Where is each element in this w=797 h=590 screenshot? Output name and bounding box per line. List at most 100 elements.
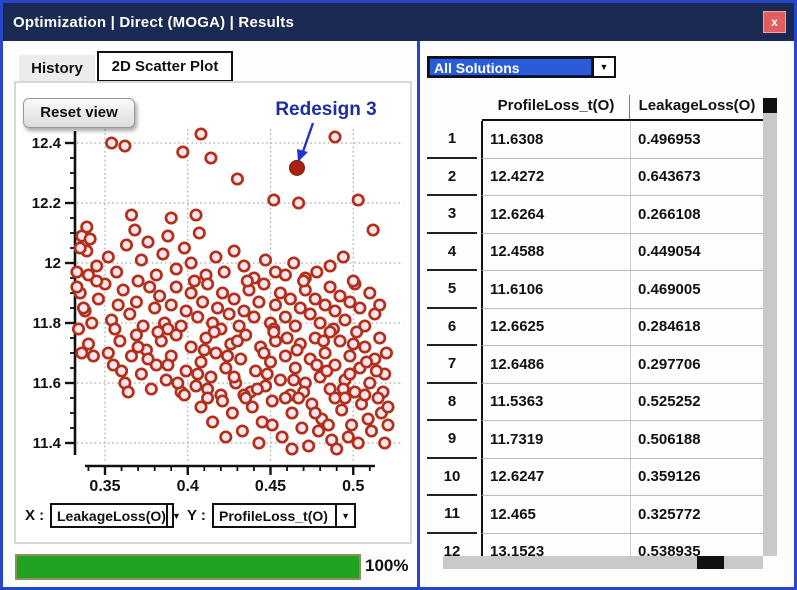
scatter-point: [242, 276, 252, 286]
table-row[interactable]: 1112.4650.325772: [423, 496, 777, 534]
scatter-point: [267, 396, 277, 406]
scatter-point: [297, 423, 307, 433]
row-number: 12: [427, 534, 477, 557]
scatter-point: [295, 303, 305, 313]
horizontal-scrollbar-thumb[interactable]: [697, 556, 724, 569]
scatter-point: [241, 393, 251, 403]
chevron-down-icon[interactable]: ▼: [166, 505, 185, 526]
table-row[interactable]: 412.45880.449054: [423, 234, 777, 272]
scatter-point: [123, 387, 133, 397]
panel-divider: [417, 41, 420, 590]
scatter-point: [73, 324, 83, 334]
row-number: 9: [427, 421, 477, 459]
column-header-leakageloss[interactable]: LeakageLoss(O): [631, 95, 763, 120]
solutions-filter-dropdown[interactable]: All Solutions ▼: [427, 56, 616, 78]
scatter-point: [320, 300, 330, 310]
table-row[interactable]: 212.42720.643673: [423, 159, 777, 197]
scatter-point: [353, 438, 363, 448]
table-row[interactable]: 511.61060.469005: [423, 271, 777, 309]
row-number: 3: [427, 196, 477, 234]
tab-history[interactable]: History: [19, 55, 95, 82]
table-row[interactable]: 111.63080.496953: [423, 121, 777, 159]
scatter-point: [289, 375, 299, 385]
scatter-point: [186, 258, 196, 268]
scatter-point: [310, 294, 320, 304]
table-row[interactable]: 712.64860.297706: [423, 346, 777, 384]
vertical-scrollbar[interactable]: [763, 98, 777, 556]
scatter-point: [254, 438, 264, 448]
reset-view-button[interactable]: Reset view: [23, 98, 135, 128]
chevron-down-icon[interactable]: ▼: [592, 58, 614, 76]
scatter-point: [136, 255, 146, 265]
scatter-point: [193, 312, 203, 322]
y-variable-value: ProfileLoss_t(O): [219, 508, 328, 524]
scatter-point: [153, 327, 163, 337]
scatter-point: [289, 258, 299, 268]
axis-variable-selectors: X : LeakageLoss(O) ▼ Y : ProfileLoss_t(O…: [3, 503, 413, 529]
scatter-point: [166, 213, 176, 223]
row-number: 4: [427, 234, 477, 272]
scatter-point: [325, 261, 335, 271]
column-header-profileloss[interactable]: ProfileLoss_t(O): [483, 95, 629, 120]
y-variable-select[interactable]: ProfileLoss_t(O) ▼: [212, 503, 356, 528]
scatter-point: [348, 276, 358, 286]
scatter-point: [275, 375, 285, 385]
scatter-point: [206, 153, 216, 163]
progress-percent-label: 100%: [365, 556, 408, 576]
scatter-point: [146, 384, 156, 394]
scatter-point: [111, 267, 121, 277]
scatter-point: [118, 285, 128, 295]
scatter-point: [282, 333, 292, 343]
table-row[interactable]: 811.53630.525252: [423, 384, 777, 422]
scatter-point: [211, 252, 221, 262]
scatter-point: [199, 345, 209, 355]
vertical-scrollbar-thumb[interactable]: [763, 98, 777, 113]
scatter-point: [237, 426, 247, 436]
scatter-point: [252, 384, 262, 394]
scatter-point: [267, 420, 277, 430]
profileloss-value: 12.6625: [483, 309, 631, 346]
svg-text:11.6: 11.6: [33, 375, 61, 392]
x-variable-select[interactable]: LeakageLoss(O) ▼: [50, 503, 174, 528]
scatter-point: [348, 339, 358, 349]
scatter-point: [113, 300, 123, 310]
tab-2d-scatter-plot[interactable]: 2D Scatter Plot: [97, 51, 233, 82]
scatter-point: [269, 327, 279, 337]
scatter-point: [303, 441, 313, 451]
table-row[interactable]: 911.73190.506188: [423, 421, 777, 459]
profileloss-value: 12.6247: [483, 459, 631, 496]
scatter-point: [318, 336, 328, 346]
scatter-point: [323, 420, 333, 430]
scatter-point: [103, 252, 113, 262]
profileloss-value: 12.4588: [483, 234, 631, 271]
scatter-point: [181, 306, 191, 316]
table-row[interactable]: 1012.62470.359126: [423, 459, 777, 497]
scatter-point: [280, 351, 290, 361]
close-icon[interactable]: x: [763, 11, 786, 33]
scatter-point: [375, 300, 385, 310]
svg-text:0.35: 0.35: [89, 478, 120, 495]
scatter-point: [106, 138, 116, 148]
scatter-point: [383, 402, 393, 412]
table-row[interactable]: 312.62640.266108: [423, 196, 777, 234]
table-row[interactable]: 612.66250.284618: [423, 309, 777, 347]
scatter-point: [221, 363, 231, 373]
scatter-point: [262, 369, 272, 379]
history-scatter-plot[interactable]: 12.412.21211.811.611.40.350.40.450.5Rede…: [15, 83, 411, 497]
chevron-down-icon[interactable]: ▼: [335, 505, 354, 526]
scatter-point: [207, 417, 217, 427]
scatter-point: [150, 303, 160, 313]
scatter-point: [361, 357, 371, 367]
table-row[interactable]: 1213.15230.538935: [423, 534, 777, 557]
scatter-point: [92, 261, 102, 271]
profileloss-value: 11.5363: [483, 384, 631, 421]
scatter-point: [346, 420, 356, 430]
row-number: 10: [427, 459, 477, 497]
scatter-point: [293, 393, 303, 403]
profileloss-value: 12.4272: [483, 159, 631, 196]
scatter-point: [345, 351, 355, 361]
horizontal-scrollbar[interactable]: [443, 556, 763, 569]
leakageloss-value: 0.325772: [631, 496, 763, 533]
leakageloss-value: 0.284618: [631, 309, 763, 346]
scatter-point: [232, 174, 242, 184]
